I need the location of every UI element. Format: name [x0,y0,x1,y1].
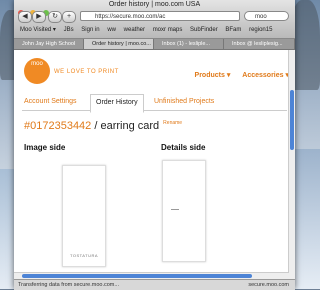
bookmark-item[interactable]: weather [124,27,145,33]
card-detail-mark [171,209,179,210]
back-button[interactable]: ◀ [18,11,32,23]
bookmark-item[interactable]: region15 [249,27,272,33]
scroll-thumb[interactable] [290,90,294,150]
account-subnav: Account Settings Order History Unfinishe… [22,94,287,113]
bookmark-item[interactable]: BFam [225,27,241,33]
horizontal-scrollbar[interactable] [14,272,289,279]
rename-link[interactable]: Rename [163,120,182,126]
status-bar: Transferring data from secure.moo.com...… [14,279,295,290]
card-text: TOSTATURA [69,253,99,258]
tab-order-history-active[interactable]: Order History [90,94,144,113]
order-number-link[interactable]: #0172353442 [24,120,91,132]
url-input[interactable]: https://secure.moo.com/ac [80,11,240,21]
image-side-card[interactable]: TOSTATURA [62,165,106,267]
window-title: Order history | moo.com USA [108,1,201,8]
titlebar: Order history | moo.com USA ◀ ▶ ↻ + http… [14,0,295,39]
tab-john-jay[interactable]: John Jay High School [14,39,84,49]
bookmark-item[interactable]: ww [107,27,116,33]
details-side-card[interactable] [162,160,206,262]
details-side-heading: Details side [161,143,206,152]
bookmark-item[interactable]: JBs [64,27,74,33]
page-content: moo WE LOVE TO PRINT Products ▾ Accessor… [14,50,295,279]
tagline: WE LOVE TO PRINT [54,69,119,75]
tab-account-settings[interactable]: Account Settings [24,98,77,105]
hscroll-thumb[interactable] [22,274,252,278]
bookmark-item[interactable]: Moo Visited ▾ [20,27,56,33]
forward-button[interactable]: ▶ [32,11,46,23]
nav-products[interactable]: Products ▾ [195,72,231,79]
tab-inbox-1[interactable]: Inbox (1) - lesliple... [154,39,224,49]
order-name: earring card [100,120,160,132]
reload-button[interactable]: ↻ [48,11,62,23]
bookmark-item[interactable]: Sign in [81,27,99,33]
image-side-heading: Image side [24,143,66,152]
search-input[interactable]: moo [244,11,289,21]
add-bookmark-button[interactable]: + [62,11,76,23]
tab-bar: John Jay High School Order history | moo… [14,39,295,50]
moo-logo[interactable]: moo [24,58,50,84]
browser-window: Order history | moo.com USA ◀ ▶ ↻ + http… [14,0,295,290]
main-nav: Products ▾ Accessories ▾ [185,71,289,79]
bookmark-item[interactable]: SubFinder [190,27,218,33]
tab-inbox-2[interactable]: Inbox @ lesliplesig... [224,39,295,49]
page-title: #0172353442 / earring card Rename [24,120,182,132]
tab-order-history[interactable]: Order history | moo.co... [84,39,154,49]
bookmarks-bar: Moo Visited ▾ JBs Sign in ww weather mox… [14,24,295,36]
nav-accessories[interactable]: Accessories ▾ [242,72,289,79]
toolbar: ◀ ▶ ↻ + https://secure.moo.com/ac moo [18,11,291,23]
vertical-scrollbar[interactable] [288,50,295,279]
tab-unfinished-projects[interactable]: Unfinished Projects [154,98,214,105]
bookmark-item[interactable]: moxr maps [153,27,183,33]
